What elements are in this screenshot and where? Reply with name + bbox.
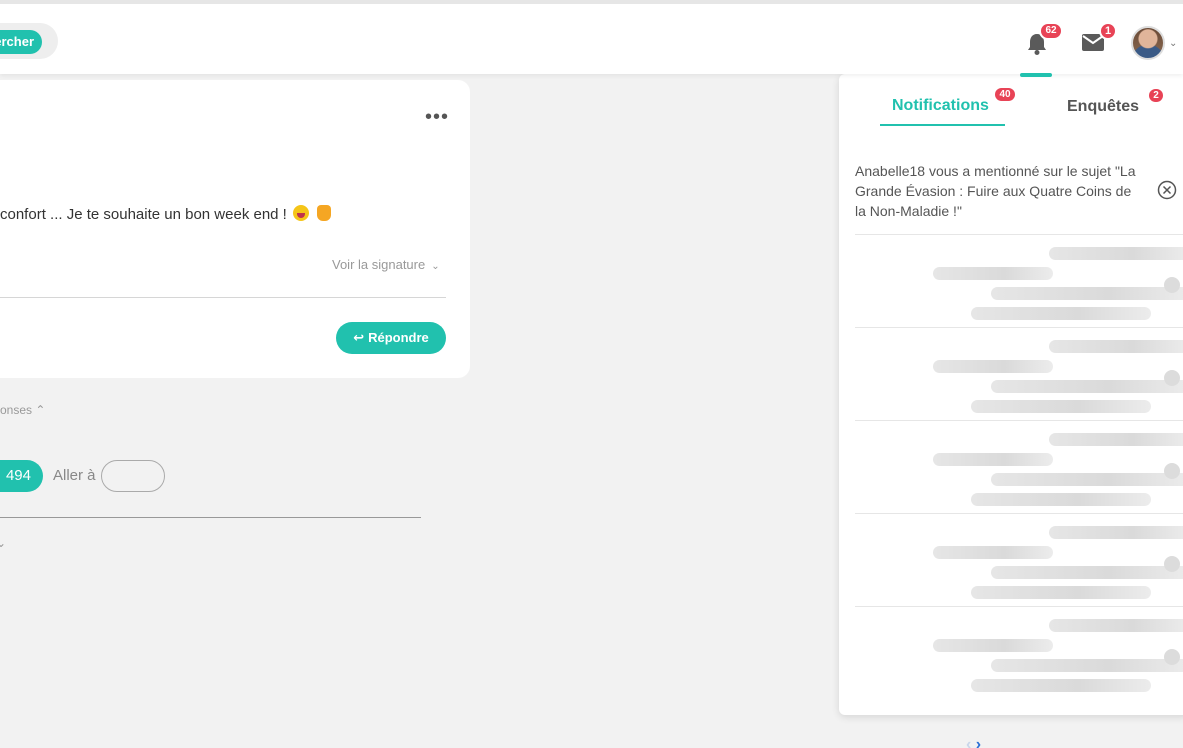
signature-label: Voir la signature [332,257,426,272]
notification-divider [855,420,1183,421]
signature-toggle[interactable]: Voir la signature ⌄ [332,257,440,272]
reply-button[interactable]: ↩ Répondre [336,322,446,354]
chevron-down-icon: ⌄ [431,261,440,272]
loading-placeholder [839,516,1183,608]
active-tab-underline [880,124,1005,126]
more-options-icon[interactable]: ••• [425,107,449,127]
chevron-down-icon[interactable]: ⌄ [0,536,6,550]
tab-enquetes[interactable]: Enquêtes [1067,98,1139,116]
loading-placeholder [839,237,1183,329]
user-menu[interactable]: ⌄ [1131,26,1181,60]
notifications-panel: Notifications 40 Enquêtes 2 Anabelle18 v… [839,74,1183,715]
notifications-button[interactable]: 62 [1022,22,1063,60]
chevron-up-icon: ⌃ [35,403,46,417]
current-page-button[interactable]: 494 [0,460,43,492]
notification-divider [855,234,1183,235]
post-divider [0,297,446,298]
avatar [1131,26,1165,60]
notification-divider [855,606,1183,607]
notification-item[interactable]: Anabelle18 vous a mentionné sur le sujet… [855,161,1145,221]
responses-label: onses [0,403,33,417]
loading-placeholder [839,609,1183,701]
close-circle-icon[interactable] [1157,180,1177,200]
reply-arrow-icon: ↩ [353,330,365,345]
notification-divider [855,513,1183,514]
active-indicator [1020,73,1052,77]
loading-placeholder [839,423,1183,515]
goto-page-input[interactable] [101,460,165,492]
section-divider [0,517,421,518]
goto-label: Aller à [53,467,96,484]
messages-button[interactable]: 1 [1080,22,1117,56]
loading-placeholder [839,330,1183,422]
chevron-left-icon[interactable]: ‹ [966,736,971,748]
thumbs-up-emoji-icon [317,205,332,221]
top-bar: ercher 62 1 ⌄ [0,0,1183,77]
notifications-count-badge: 62 [1039,22,1063,40]
chevron-down-icon: ⌄ [1169,38,1178,49]
post-body: confort ... Je te souhaite un bon week e… [0,205,332,223]
enquetes-tab-badge: 2 [1147,87,1165,104]
reply-label: Répondre [368,330,429,345]
tab-notifications[interactable]: Notifications [892,97,989,115]
chevron-right-icon[interactable]: › [976,736,981,748]
post-text: confort ... Je te souhaite un bon week e… [0,206,287,223]
search-button[interactable]: ercher [0,30,42,54]
notifications-tab-badge: 40 [993,86,1017,103]
laughing-emoji-icon [293,205,310,221]
panel-pager[interactable]: ‹ › [966,736,981,748]
notification-divider [855,327,1183,328]
messages-count-badge: 1 [1099,22,1117,40]
responses-toggle[interactable]: onses ⌃ [0,403,45,417]
